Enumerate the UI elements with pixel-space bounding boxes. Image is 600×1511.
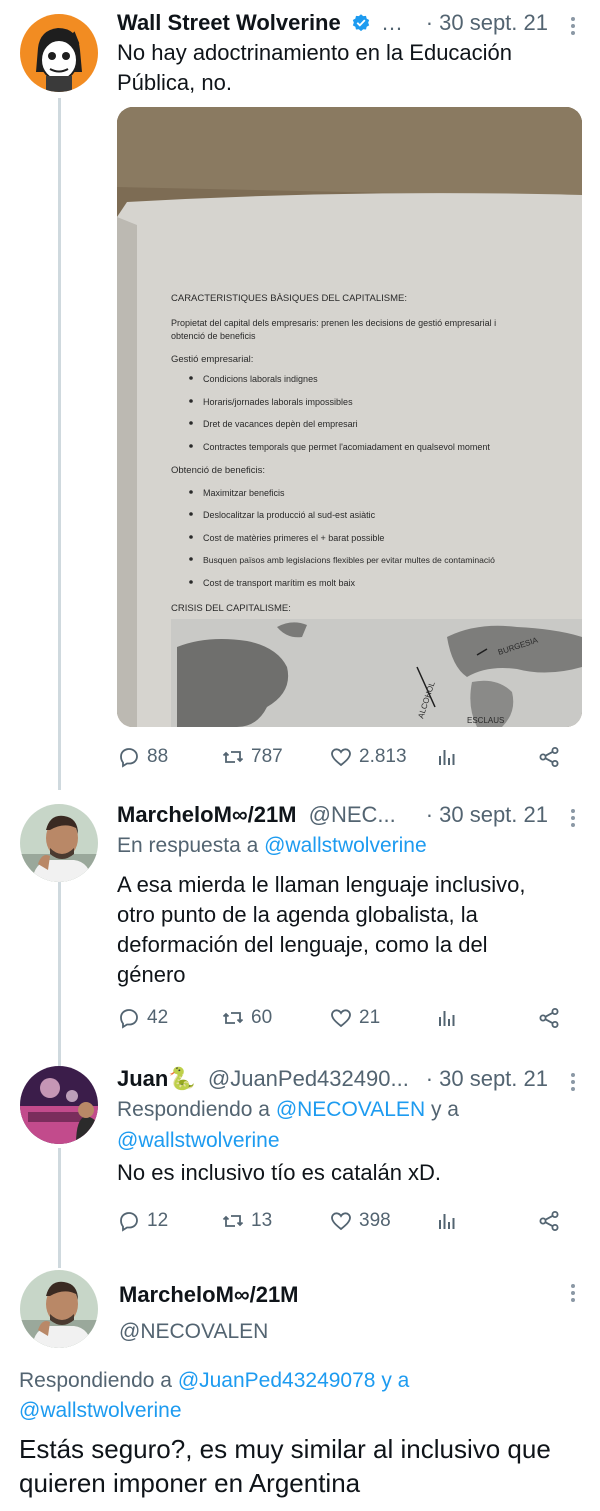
doc-bullet: Horaris/jornades laborals impossibles [203,397,353,407]
more-icon[interactable] [570,17,576,37]
retweet-button[interactable]: 60 [221,1003,272,1033]
views-button[interactable] [435,742,465,772]
doc-heading: CARACTERISTIQUES BÀSIQUES DEL CAPITALISM… [171,293,407,304]
like-button[interactable]: 21 [329,1003,380,1033]
doc-bullet: Condicions laborals indignes [203,374,318,384]
like-count: 2.813 [359,746,407,767]
tweet-text: No es inclusivo tío es catalán xD. [117,1160,442,1185]
like-icon [331,1212,351,1231]
like-count: 398 [359,1210,391,1231]
mention-link[interactable]: @JuanPed43249078 [178,1369,376,1392]
doc-para: Propietat del capital dels empresaris: p… [171,318,496,328]
mention-link[interactable]: @wallstwolverine [117,1129,280,1152]
doc-bullet: Dret de vacances depèn del empresari [203,419,358,429]
like-count: 21 [359,1007,381,1028]
retweet-icon [222,1215,244,1227]
more-icon[interactable] [570,1073,576,1093]
reply-prefix: Respondiendo a [19,1369,172,1392]
tweet-time[interactable]: · 30 sept. 21 [426,8,548,38]
author-handle[interactable]: … [381,10,403,35]
reply-count: 88 [147,746,169,767]
retweet-button[interactable]: 787 [221,742,283,772]
share-button[interactable] [537,1003,567,1033]
mention-link[interactable]: @wallstwolverine [19,1399,182,1422]
author-name[interactable]: Wall Street Wolverine [117,10,341,35]
tweet-3[interactable]: Juan🐍 @JuanPed432490... · 30 sept. 21 Re… [0,1058,600,1258]
retweet-count: 13 [251,1210,273,1231]
tweet-text: Estás seguro?, es muy similar al inclusi… [19,1434,551,1498]
reply-context: Respondiendo a @NECOVALEN y a @wallstwol… [117,1094,517,1156]
reply-and: y a [381,1369,410,1392]
share-icon [539,1008,559,1028]
reply-button[interactable]: 42 [117,1003,168,1033]
like-icon [331,748,351,767]
doc-section: Gestió empresarial: [171,354,253,365]
doc-bullet: Contractes temporals que permet l'acomia… [203,442,490,452]
tweet-2[interactable]: MarcheloM∞/21M @NEC... · 30 sept. 21 En … [0,790,600,1058]
author-name[interactable]: MarcheloM∞/21M [119,1282,299,1308]
retweet-button[interactable]: 13 [221,1206,272,1236]
reply-context: Respondiendo a @JuanPed43249078 y a @wal… [19,1366,479,1426]
reply-icon [120,1212,138,1232]
retweet-count: 60 [251,1007,273,1028]
map-label: ESCLAUS [467,716,504,725]
reply-count: 42 [147,1007,169,1028]
tweet-text: A esa mierda le llaman lenguaje inclusiv… [117,872,526,987]
reply-icon [120,1009,138,1029]
views-icon [439,1214,455,1229]
more-icon[interactable] [570,809,576,829]
share-button[interactable] [537,742,567,772]
doc-bullet: Deslocalitzar la producció al sud-est as… [203,510,376,520]
avatar[interactable] [20,804,98,882]
doc-bullet: Maximitzar beneficis [203,488,285,498]
views-icon [439,1011,455,1026]
views-icon [439,750,455,765]
share-button[interactable] [537,1206,567,1236]
tweet-image[interactable]: CARACTERISTIQUES BÀSIQUES DEL CAPITALISM… [117,107,582,727]
reply-button[interactable]: 12 [117,1206,168,1236]
avatar[interactable] [20,1066,98,1144]
share-icon [539,1211,559,1231]
mention-link[interactable]: @wallstwolverine [264,834,427,857]
reply-prefix: En respuesta a [117,834,259,857]
reply-and: y a [430,1098,459,1121]
reply-context: En respuesta a @wallstwolverine [117,830,578,861]
share-icon [539,747,559,767]
reply-count: 12 [147,1210,169,1231]
tweet-text: No hay adoctrinamiento en la Educación P… [117,40,513,95]
retweet-icon [222,1012,244,1024]
author-handle[interactable]: @JuanPed432490... [208,1066,409,1091]
like-button[interactable]: 2.813 [329,742,407,772]
like-button[interactable]: 398 [329,1206,391,1236]
tweet-time[interactable]: · 30 sept. 21 [426,1064,548,1094]
views-button[interactable] [435,1003,465,1033]
like-icon [331,1009,351,1028]
doc-section: Obtenció de beneficis: [171,465,265,476]
reply-prefix: Respondiendo a [117,1098,270,1121]
avatar[interactable] [20,14,98,92]
views-button[interactable] [435,1206,465,1236]
doc-bullet: Cost de transport marítim es molt baix [203,578,356,588]
retweet-count: 787 [251,746,283,767]
tweet-1[interactable]: Wall Street Wolverine … · 30 sept. 21 No… [0,0,600,790]
world-map: BURGESIA ALCOHOL ESCLAUS [171,619,582,727]
tweet-4-focused[interactable]: MarcheloM∞/21M @NECOVALEN Respondiendo a… [0,1258,600,1511]
reply-button[interactable]: 88 [117,742,168,772]
reply-icon [120,748,138,768]
more-icon[interactable] [570,1284,576,1304]
tweet-time[interactable]: · 30 sept. 21 [426,800,548,830]
retweet-icon [222,751,244,763]
mention-link[interactable]: @NECOVALEN [276,1098,425,1121]
doc-section: CRISIS DEL CAPITALISME: [171,603,291,614]
author-handle[interactable]: @NEC... [309,802,396,827]
author-handle[interactable]: @NECOVALEN [119,1320,299,1344]
verified-icon [352,14,370,32]
author-name[interactable]: MarcheloM∞/21M [117,802,297,827]
doc-bullet: Busquen països amb legislacions flexible… [203,555,495,565]
doc-bullet: Cost de matèries primeres el + barat pos… [203,533,384,543]
author-name[interactable]: Juan🐍 [117,1066,196,1091]
doc-para: obtenció de beneficis [171,331,256,341]
avatar[interactable] [20,1270,98,1348]
